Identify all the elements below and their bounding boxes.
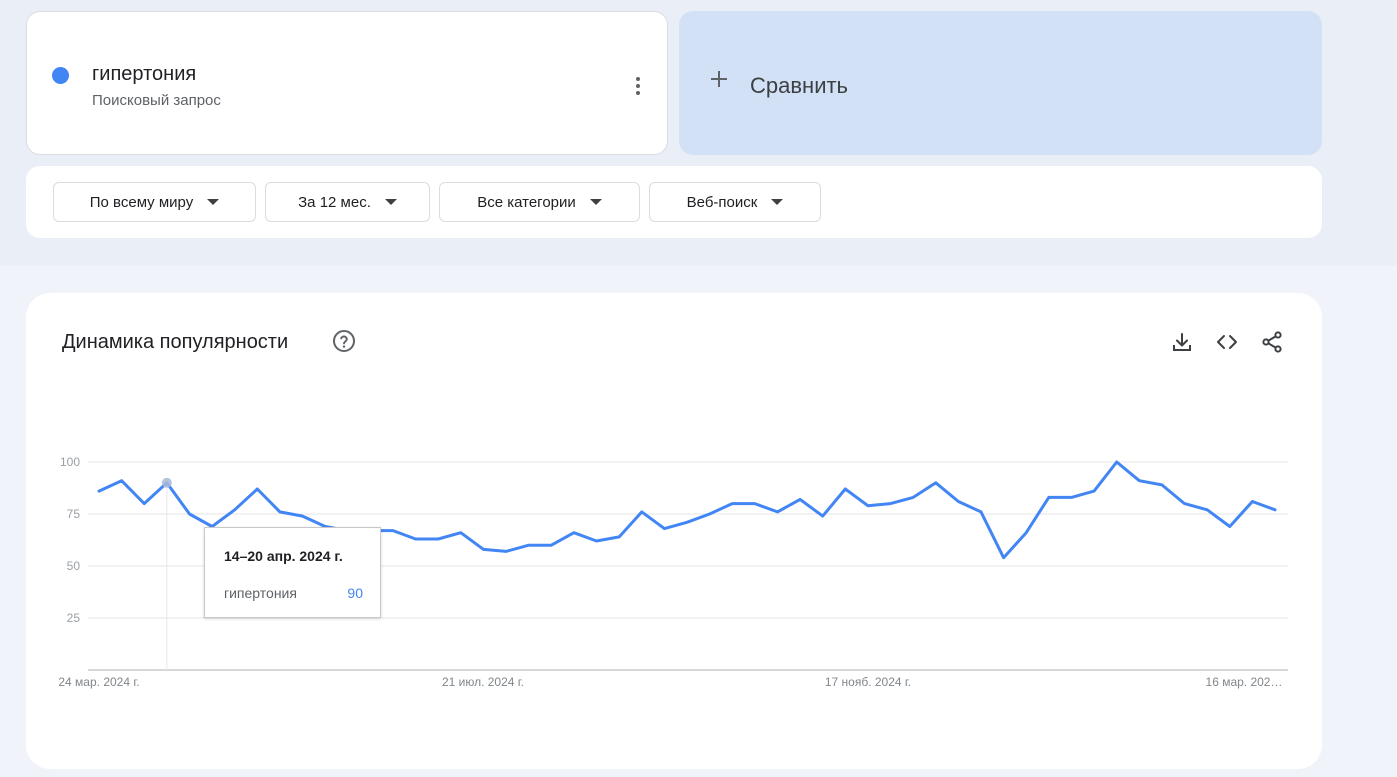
- search-term-title: гипертония: [92, 63, 197, 85]
- dropdown-arrow-icon: [207, 199, 220, 205]
- compare-label: Сравнить: [750, 73, 849, 98]
- y-tick-label: 50: [67, 559, 81, 573]
- x-tick-label: 24 мар. 2024 г.: [58, 675, 139, 689]
- x-tick-label: 21 июл. 2024 г.: [442, 675, 524, 689]
- search-type-filter[interactable]: Веб-поиск: [649, 182, 821, 222]
- chart-tooltip: 14–20 апр. 2024 г. гипертония 90: [204, 527, 381, 618]
- search-term-type: Поисковый запрос: [92, 92, 221, 109]
- region-filter[interactable]: По всему миру: [53, 182, 256, 222]
- y-tick-label: 75: [67, 507, 81, 521]
- x-tick-label: 16 мар. 202…: [1206, 675, 1283, 689]
- region-filter-label: По всему миру: [89, 193, 194, 211]
- category-filter[interactable]: Все категории: [439, 182, 640, 222]
- search-term-card[interactable]: гипертония Поисковый запрос: [26, 11, 668, 155]
- category-filter-label: Все категории: [477, 193, 576, 211]
- series-color-dot: [52, 67, 69, 84]
- y-tick-label: 25: [67, 611, 81, 625]
- plus-icon: [711, 71, 727, 87]
- y-tick-label: 100: [60, 455, 80, 469]
- tooltip-term: гипертония: [224, 585, 297, 601]
- x-tick-label: 17 нояб. 2024 г.: [825, 675, 911, 689]
- search-type-filter-label: Веб-поиск: [686, 193, 758, 211]
- more-vert-icon[interactable]: [626, 72, 650, 100]
- time-range-filter[interactable]: За 12 мес.: [265, 182, 430, 222]
- dropdown-arrow-icon: [384, 199, 397, 205]
- time-range-filter-label: За 12 мес.: [298, 193, 371, 211]
- interest-over-time-card: Динамика популярности 25 50 75 100 24 мар. 2…: [26, 293, 1322, 769]
- highlight-point: [161, 477, 172, 488]
- dropdown-arrow-icon: [771, 199, 784, 205]
- tooltip-date: 14–20 апр. 2024 г.: [224, 548, 343, 564]
- dropdown-arrow-icon: [589, 199, 602, 205]
- filter-bar: По всему миру За 12 мес. Все категории В…: [26, 166, 1322, 238]
- compare-button[interactable]: Сравнить: [679, 11, 1322, 155]
- tooltip-value: 90: [347, 585, 363, 601]
